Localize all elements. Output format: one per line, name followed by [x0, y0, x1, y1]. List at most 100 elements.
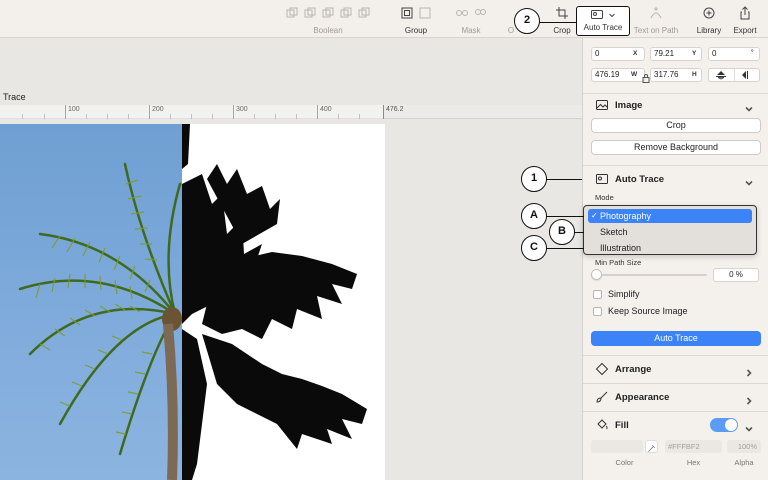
min-path-size-label: Min Path Size	[595, 258, 642, 267]
chevron-right-icon[interactable]	[744, 393, 754, 405]
mode-option-illustration[interactable]: Illustration	[588, 241, 752, 255]
traced-silhouette[interactable]	[182, 124, 385, 480]
flip-vertical-icon[interactable]	[709, 69, 735, 81]
boolean-flatten-icon[interactable]	[357, 6, 371, 20]
ruler-tick-minor	[359, 114, 360, 119]
min-path-value: 0 %	[729, 270, 743, 279]
text-on-path-tool[interactable]: Text on Path	[630, 4, 682, 35]
height-value: 317.76	[654, 70, 679, 79]
chevron-down-icon[interactable]	[744, 421, 754, 432]
arrange-icon	[595, 362, 609, 376]
image-section-title: Image	[615, 99, 643, 111]
hex-field[interactable]: #FFFBF2	[665, 440, 722, 453]
remove-background-button[interactable]: Remove Background	[591, 140, 761, 155]
keep-source-row[interactable]: Keep Source Image	[593, 306, 688, 316]
color-caption: Color	[615, 458, 634, 467]
boolean-union-icon[interactable]	[285, 6, 299, 20]
rotation-unit: °	[751, 49, 754, 56]
mask-label: Mask	[461, 26, 481, 35]
fill-section-header[interactable]: Fill	[595, 417, 629, 433]
ruler-tick-minor	[212, 114, 213, 119]
boolean-intersect-icon[interactable]	[321, 6, 335, 20]
flip-controls	[708, 68, 760, 82]
mode-option-sketch[interactable]: Sketch	[588, 225, 752, 239]
crop-button[interactable]: Crop	[591, 118, 761, 133]
ungroup-icon[interactable]	[418, 6, 432, 20]
auto-trace-button[interactable]: Auto Trace	[591, 331, 761, 346]
ruler-tick-minor	[170, 114, 171, 119]
y-value: 79.21	[654, 49, 675, 58]
auto-trace-section-title: Auto Trace	[615, 173, 665, 185]
horizontal-ruler: 100 200 300 400 476.2	[0, 105, 582, 119]
boolean-subtract-icon[interactable]	[303, 6, 317, 20]
simplify-row[interactable]: Simplify	[593, 289, 640, 299]
arrange-section-header[interactable]: Arrange	[595, 361, 651, 377]
callout-2-line	[539, 22, 576, 23]
export-tool[interactable]: Export	[730, 4, 760, 35]
chevron-down-icon[interactable]	[744, 101, 754, 112]
appearance-section-header[interactable]: Appearance	[595, 389, 669, 405]
document-title: Trace	[3, 92, 26, 102]
min-path-slider-track[interactable]	[595, 274, 707, 276]
crop-group[interactable]: Crop	[550, 4, 574, 35]
separator	[583, 165, 768, 166]
crop-label: Crop	[553, 26, 571, 35]
toolbar: Boolean Group Mask O Crop Auto Trace Tex…	[0, 0, 768, 38]
library-label: Library	[696, 26, 722, 35]
library-tool[interactable]: Library	[694, 4, 724, 35]
mode-option-photography[interactable]: ✓ Photography	[588, 209, 752, 223]
checkmark-icon: ✓	[591, 211, 598, 220]
callout-1: 1	[521, 166, 547, 192]
fill-title: Fill	[615, 419, 629, 431]
width-label: W	[631, 71, 638, 78]
palm-tree-photo-art	[18, 162, 182, 480]
mode-option-label: Sketch	[600, 227, 628, 237]
callout-1-line	[546, 179, 582, 180]
keep-source-checkbox[interactable]	[593, 306, 602, 316]
group-icon[interactable]	[400, 6, 414, 20]
ruler-tick-minor	[296, 114, 297, 119]
image-section-header[interactable]: Image	[595, 97, 642, 113]
callout-b-line	[574, 232, 584, 233]
library-plus-icon	[702, 6, 716, 20]
ruler-tick: 200	[149, 105, 164, 119]
flip-horizontal-icon[interactable]	[735, 69, 760, 81]
group-group: Group	[395, 4, 437, 35]
auto-trace-label: Auto Trace	[583, 23, 623, 32]
chevron-right-icon[interactable]	[744, 365, 754, 377]
lock-icon[interactable]	[642, 70, 650, 83]
mask-icon[interactable]	[455, 6, 469, 20]
ruler-tick-minor	[254, 114, 255, 119]
boolean-difference-icon[interactable]	[339, 6, 353, 20]
callout-a-line	[546, 216, 584, 217]
keep-source-label: Keep Source Image	[608, 306, 688, 316]
auto-trace-section-header[interactable]: Auto Trace	[595, 171, 664, 187]
callout-c: C	[521, 235, 547, 261]
rotation-value: 0	[712, 49, 717, 58]
chevron-down-icon[interactable]	[744, 175, 754, 186]
fill-color-swatch[interactable]	[591, 440, 643, 453]
simplify-label: Simplify	[608, 289, 640, 299]
unmask-icon[interactable]	[473, 6, 487, 20]
hex-caption: Hex	[686, 458, 701, 467]
source-photo[interactable]	[0, 124, 182, 480]
fill-toggle[interactable]	[710, 418, 738, 432]
mode-dropdown-menu[interactable]: ✓ Photography Sketch Illustration	[583, 205, 757, 255]
min-path-slider-knob[interactable]	[591, 269, 602, 280]
callout-c-line	[546, 248, 584, 249]
alpha-value: 100%	[737, 442, 757, 451]
x-label: X	[633, 50, 638, 57]
auto-trace-tool[interactable]: Auto Trace	[576, 6, 630, 36]
mask-group: Mask	[450, 4, 492, 35]
eyedropper-icon[interactable]	[645, 440, 658, 453]
alpha-field[interactable]: 100%	[727, 440, 761, 453]
auto-trace-icon	[590, 8, 604, 22]
callout-b: B	[549, 219, 575, 245]
ruler-tick-minor	[44, 114, 45, 119]
simplify-checkbox[interactable]	[593, 289, 602, 299]
boolean-label: Boolean	[313, 26, 343, 35]
min-path-value-field[interactable]: 0 %	[713, 268, 759, 282]
crop-icon[interactable]	[555, 6, 569, 20]
y-label: Y	[692, 50, 697, 57]
arrange-title: Arrange	[615, 363, 652, 375]
